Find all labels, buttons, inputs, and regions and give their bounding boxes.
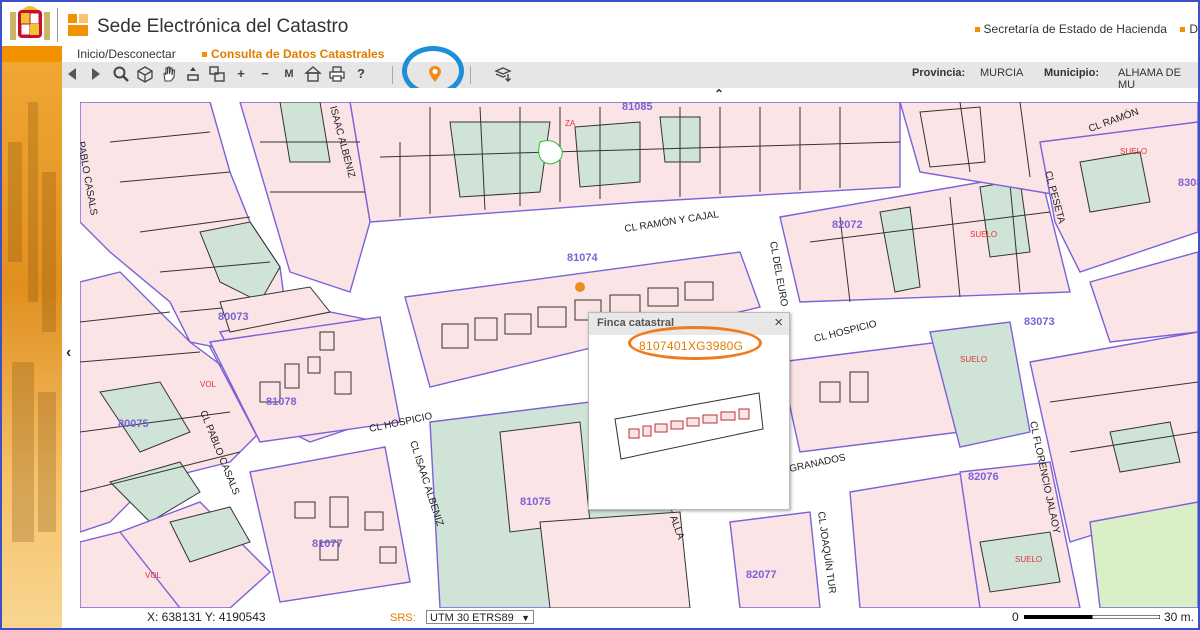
block-id: 81085: [622, 102, 653, 113]
toolbar-divider: [392, 66, 393, 84]
map-left-pan-strip: ‹: [62, 88, 80, 608]
close-icon[interactable]: ×: [774, 314, 783, 331]
vol-label: VOL: [145, 571, 162, 580]
toolbar-divider: [470, 66, 471, 84]
status-bar: X: 638131 Y: 4190543 SRS: UTM 30 ETRS89 …: [62, 608, 1198, 628]
top-links: Secretaría de Estado de Hacienda D: [965, 22, 1198, 36]
suelo-label: SUELO: [1120, 147, 1147, 156]
suelo-label: SUELO: [970, 230, 997, 239]
srs-label: SRS:: [390, 612, 416, 624]
highlight-ring-annotation: [628, 326, 762, 360]
srs-value: UTM 30 ETRS89: [430, 612, 514, 624]
block-id: 80075: [118, 418, 149, 430]
block-id: 82077: [746, 569, 777, 581]
zoom-out-icon[interactable]: −: [256, 65, 274, 83]
suelo-label: SUELO: [1015, 555, 1042, 564]
nav-item-consulta[interactable]: Consulta de Datos Catastrales: [202, 47, 384, 61]
municipio-label: Municipio:: [1044, 67, 1099, 79]
link-hacienda[interactable]: Secretaría de Estado de Hacienda: [984, 22, 1167, 36]
block-id: 80073: [218, 311, 249, 323]
block-id: 83083: [1178, 177, 1198, 189]
pan-hand-icon[interactable]: [160, 65, 178, 83]
app-window: Sede Electrónica del Catastro Secretaría…: [0, 0, 1200, 630]
home-building-icon[interactable]: [304, 65, 322, 83]
measure-icon[interactable]: M: [280, 65, 298, 83]
header-divider: [57, 8, 58, 42]
print-icon[interactable]: [328, 65, 346, 83]
za-label: ZA: [565, 119, 576, 128]
help-icon[interactable]: ?: [352, 65, 370, 83]
block-id: 81074: [567, 252, 598, 264]
chevron-down-icon: ▼: [521, 613, 530, 623]
breadcrumb-nav: Inicio/Desconectar Consulta de Datos Cat…: [62, 46, 1198, 62]
zoom-window-icon[interactable]: [208, 65, 226, 83]
block-id: 81077: [312, 538, 343, 550]
scale-zero: 0: [1012, 610, 1019, 624]
back-arrow-icon[interactable]: [64, 65, 82, 83]
map-top-pan-strip: ⌐ ⌃: [62, 86, 1198, 102]
spain-crest-icon: [10, 6, 50, 40]
pan-left-icon[interactable]: ‹: [66, 344, 71, 362]
scale-bar: [1024, 615, 1160, 619]
block-id: 81075: [520, 496, 551, 508]
site-title: Sede Electrónica del Catastro: [97, 16, 349, 37]
layers-download-icon[interactable]: [494, 65, 512, 83]
catastro-logo-icon: [68, 14, 88, 36]
nav-item-inicio[interactable]: Inicio/Desconectar: [68, 47, 176, 61]
parcel-thumbnail: [614, 392, 764, 460]
zoom-search-icon[interactable]: [112, 65, 130, 83]
site-header: Sede Electrónica del Catastro Secretaría…: [2, 2, 1198, 46]
vol-label: VOL: [200, 380, 217, 389]
provincia-value: MURCIA: [980, 67, 1024, 79]
provincia-label: Provincia:: [912, 67, 966, 79]
cube-3d-icon[interactable]: [136, 65, 154, 83]
srs-select[interactable]: UTM 30 ETRS89 ▼: [426, 610, 534, 624]
block-id: 82072: [832, 219, 863, 231]
link-d[interactable]: D: [1189, 22, 1198, 36]
map-toolbar: + − M ? Provincia: MURCIA Municipio: ALH…: [62, 62, 1198, 91]
zoom-in-icon[interactable]: +: [232, 65, 250, 83]
forward-arrow-icon[interactable]: [86, 65, 104, 83]
suelo-label: SUELO: [960, 355, 987, 364]
decorative-city-strip: [2, 62, 62, 628]
zoom-extent-icon[interactable]: [184, 65, 202, 83]
pan-up-icon[interactable]: ⌃: [714, 87, 724, 101]
block-id: 81078: [266, 396, 297, 408]
block-id: 83073: [1024, 316, 1055, 328]
cursor-coordinates: X: 638131 Y: 4190543: [147, 610, 266, 624]
scale-unit: 30 m.: [1164, 610, 1195, 624]
block-id: 82076: [968, 471, 999, 483]
